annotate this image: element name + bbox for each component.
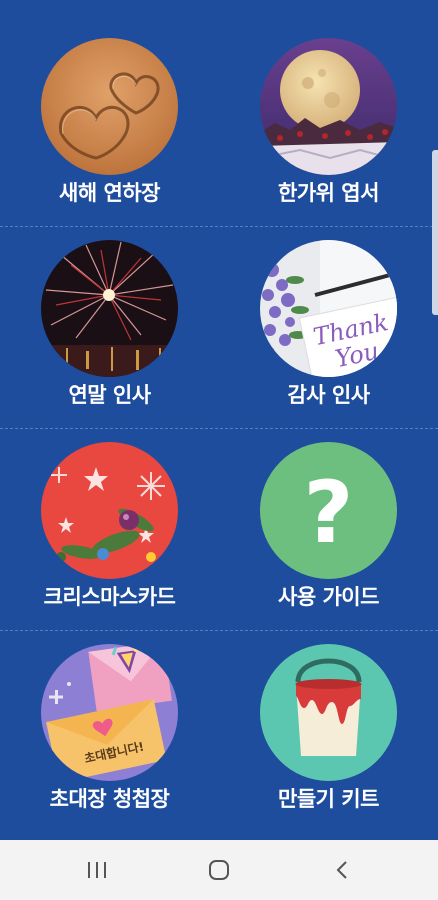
- menu-grid: 새해 연하장 한가위 엽서 연말 인사 Thank You 감사 인사 크리스마…: [0, 0, 438, 840]
- system-navigation-bar: [0, 840, 438, 900]
- sand-heart-photo: [41, 38, 178, 175]
- menu-item-label: 새해 연하장: [59, 181, 160, 205]
- menu-item-invitation[interactable]: 초대합니다! 초대장 청첩장: [0, 631, 219, 833]
- back-button[interactable]: [322, 855, 362, 885]
- menu-row: 새해 연하장 한가위 엽서: [0, 25, 438, 227]
- menu-item-new-year-card[interactable]: 새해 연하장: [0, 25, 219, 227]
- menu-item-label: 감사 인사: [287, 383, 370, 407]
- fireworks-photo: [41, 240, 178, 377]
- menu-row: 크리스마스카드 ? 사용 가이드: [0, 429, 438, 631]
- menu-item-user-guide[interactable]: ? 사용 가이드: [219, 429, 438, 631]
- menu-row: 연말 인사 Thank You 감사 인사: [0, 227, 438, 429]
- back-icon: [336, 861, 347, 879]
- scrollbar[interactable]: [432, 150, 438, 315]
- menu-item-making-kit[interactable]: 만들기 키트: [219, 631, 438, 833]
- menu-item-chuseok-postcard[interactable]: 한가위 엽서: [219, 25, 438, 227]
- svg-text:?: ?: [304, 463, 354, 563]
- menu-item-label: 사용 가이드: [278, 585, 379, 609]
- home-icon: [209, 860, 229, 880]
- menu-item-label: 크리스마스카드: [43, 585, 176, 609]
- home-button[interactable]: [199, 855, 239, 885]
- recent-apps-icon: [88, 862, 106, 878]
- menu-item-label: 한가위 엽서: [278, 181, 379, 205]
- menu-item-label: 초대장 청첩장: [49, 787, 170, 811]
- menu-item-label: 연말 인사: [68, 383, 151, 407]
- menu-item-christmas-card[interactable]: 크리스마스카드: [0, 429, 219, 631]
- invitation-envelope-icon: 초대합니다!: [41, 644, 178, 781]
- question-mark-icon: ?: [260, 442, 397, 579]
- paint-bucket-icon: [260, 644, 397, 781]
- menu-item-thanks-greeting[interactable]: Thank You 감사 인사: [219, 227, 438, 429]
- full-moon-photo: [260, 38, 397, 175]
- recent-apps-button[interactable]: [77, 855, 117, 885]
- menu-item-year-end-greeting[interactable]: 연말 인사: [0, 227, 219, 429]
- menu-item-label: 만들기 키트: [278, 787, 379, 811]
- christmas-ornaments-photo: [41, 442, 178, 579]
- thank-you-card-photo: Thank You: [260, 240, 397, 377]
- menu-row: 초대합니다! 초대장 청첩장 만들기 키트: [0, 631, 438, 833]
